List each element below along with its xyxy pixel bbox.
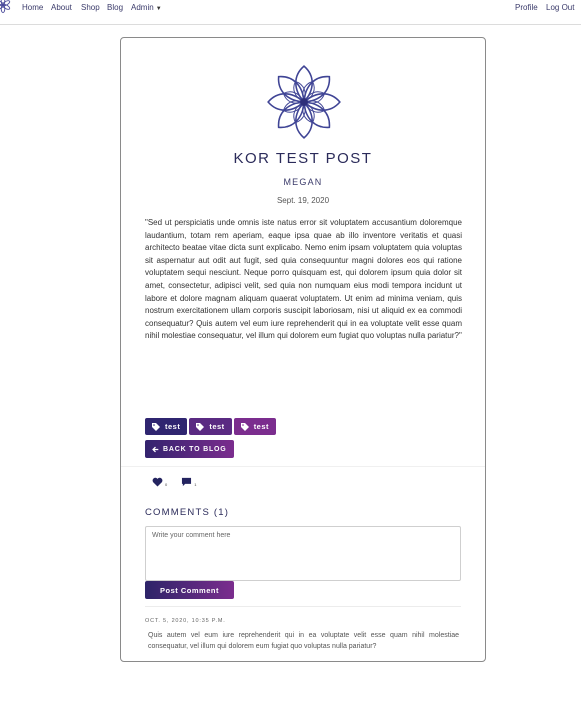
mandala-logo-icon xyxy=(267,65,341,139)
comment-timestamp: OCT. 5, 2020, 10:35 P.M. xyxy=(145,618,226,624)
tag-badge[interactable]: test xyxy=(233,418,277,435)
post-title: KOR TEST POST xyxy=(233,150,373,167)
arrow-left-icon xyxy=(152,446,159,452)
nav-shop-link[interactable]: Shop xyxy=(81,3,100,12)
mandala-logo-icon[interactable] xyxy=(0,0,12,14)
tag-label: test xyxy=(253,422,270,431)
tag-badge[interactable]: test xyxy=(145,418,188,435)
comment-count: 1 xyxy=(194,482,197,487)
nav-admin-dropdown[interactable]: Admin ▼ xyxy=(131,3,162,12)
like-count: 0 xyxy=(165,482,168,487)
post-body: "Sed ut perspiciatis unde omnis iste nat… xyxy=(145,218,462,341)
tag-list: test test test xyxy=(145,418,277,435)
nav-profile-link[interactable]: Profile xyxy=(515,3,538,12)
comment-icon xyxy=(182,477,192,487)
back-to-blog-label: BACK TO BLOG xyxy=(163,445,227,453)
nav-logout-link[interactable]: Log Out xyxy=(546,3,574,12)
tag-icon xyxy=(152,422,160,431)
like-button[interactable]: 0 xyxy=(152,477,167,487)
nav-about-link[interactable]: About xyxy=(51,3,72,12)
tag-icon xyxy=(240,422,249,431)
nav-admin-label: Admin xyxy=(131,3,154,12)
divider xyxy=(145,606,461,607)
comment-count-button[interactable]: 1 xyxy=(181,477,196,487)
tag-badge[interactable]: test xyxy=(189,418,232,435)
post-date: Sept. 19, 2020 xyxy=(276,196,330,205)
post-comment-button[interactable]: Post Comment xyxy=(145,581,234,599)
tag-icon xyxy=(196,422,205,431)
caret-down-icon: ▼ xyxy=(155,6,162,12)
comment-text: Quis autem vel eum iure reprehenderit qu… xyxy=(148,632,459,650)
nav-blog-link[interactable]: Blog xyxy=(107,3,123,12)
tag-label: test xyxy=(165,422,181,431)
divider xyxy=(121,466,485,467)
nav-home-link[interactable]: Home xyxy=(22,3,43,12)
comments-heading: COMMENTS (1) xyxy=(145,507,230,518)
post-author: MEGAN xyxy=(283,177,323,187)
back-to-blog-button[interactable]: BACK TO BLOG xyxy=(145,440,234,458)
heart-icon xyxy=(152,477,163,487)
tag-label: test xyxy=(209,422,225,431)
navbar: Home About Shop Blog Admin ▼ Profile Log … xyxy=(0,0,581,25)
post-card: KOR TEST POST MEGAN Sept. 19, 2020 "Sed … xyxy=(120,37,486,662)
reaction-bar: 0 1 xyxy=(152,477,196,487)
comment-input[interactable] xyxy=(145,526,461,581)
